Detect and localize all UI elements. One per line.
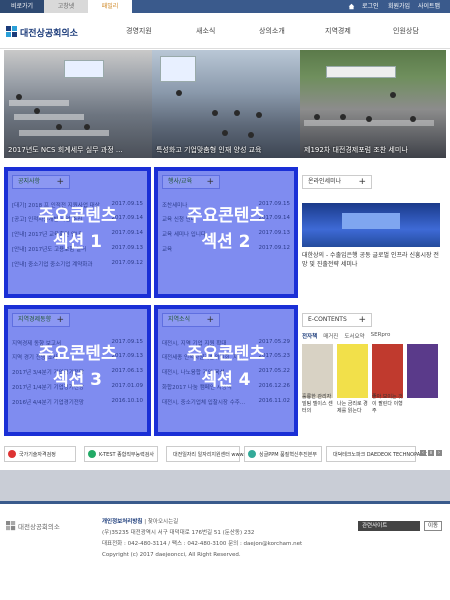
logo-mark-icon [6,521,16,531]
top-tab-1[interactable]: 비로가기 [0,0,44,13]
banner-photo-3[interactable]: 제192차 대전경제포럼 조찬 세미나 [300,50,446,158]
top-bar: 비로가기 고창넷 패밀리 로그인 회원가입 사이트맵 [0,0,450,13]
seminar-caption[interactable]: 대한상의 - 수출입은행 공동 글로벌 인프라 신흥시장 전망 및 진출전략 세… [302,251,440,269]
section-title: 온라인세미나 [308,178,342,185]
section-title: 지역경제동향 [18,316,52,323]
sitemap-link[interactable]: 사이트맵 [418,0,440,13]
list-item[interactable]: [안내] 중소기업 중소기업 계약화과 2017.09.12 [12,260,143,269]
tab-econtents[interactable]: E-CONTENTS + [302,313,372,327]
go-button[interactable]: 이동 [424,521,442,531]
partner-link-2[interactable]: K-TEST 종합직무능력검사 [84,446,158,462]
tab-regional-trends[interactable]: 지역경제동향 + [12,313,70,327]
tab-book-summary[interactable]: 도서요약 [344,332,364,340]
partner-link-5[interactable]: 대덕테크노파크 DAEDEOK TECHNOPARK [326,446,427,462]
logo-text: 대전상공회의소 [20,28,78,39]
footer-contact: 대표전화 : 042-480-3114 / 팩스 : 042-480-3100 … [102,541,303,547]
tab-serpro[interactable]: SERpro [371,332,391,340]
book-cover-2[interactable]: 나는 금리로 경제를 읽는다 [337,344,368,414]
seminar-thumbnail[interactable] [302,203,440,247]
photo-banner: 2017년도 NCS 회계세무 실무 과정 ... 특성화고 기업맞춤형 인재 … [4,50,446,158]
section-title: 지역소식 [168,316,191,323]
partner-controls: ‹ ॥ › [420,450,442,456]
footer: 대전상공회의소 개인정보처리방침 | 찾아오시는길 (우)35235 대전광역시… [0,512,450,572]
tab-magazine[interactable]: 매거진 [323,332,338,340]
banner-caption-3: 제192차 대전경제포럼 조찬 세미나 [304,146,408,154]
more-plus-icon[interactable]: + [206,314,214,326]
book-list: 훌륭한 관리자 빌팀 델이스 센터의 나는 금리로 경제를 읽는다 좋아 보이는… [302,344,440,414]
online-seminar-box: 온라인세미나 + 대한상의 - 수출입은행 공동 글로벌 인프라 신흥시장 전망 … [302,175,440,269]
section-overlay-label: 주요콘텐츠 섹션 4 [186,344,266,390]
tab-events[interactable]: 행사/교육 + [162,175,220,189]
book-cover-1[interactable]: 훌륭한 관리자 빌팀 델이스 센터의 [302,344,333,414]
section-overlay-label: 주요콘텐츠 섹션 3 [38,344,117,390]
site-logo[interactable]: 대전상공회의소 [6,25,78,39]
list-item[interactable]: 2016년 4/4분기 기업경기전망 2016.10.10 [12,398,143,407]
partner-link-3[interactable]: 대전일자리 일자리지원센터 www.job114.or.kr [166,446,275,462]
more-plus-icon[interactable]: + [206,176,214,188]
footer-info: 개인정보처리방침 | 찾아오시는길 (우)35235 대전광역시 서구 대덕대로… [102,517,302,561]
banner-photo-1[interactable]: 2017년도 NCS 회계세무 실무 과정 ... [4,50,152,158]
nav-item-3[interactable]: 상의소개 [259,26,285,36]
econtents-tabs: 전자책 매거진 도서요약 SERpro [302,332,440,340]
content-section-2: 행사/교육 + 조찬세미나 2017.09.15 교육 신청 안내 2017.09.1… [154,167,298,298]
partner-link-1[interactable]: 국가기술자격검정 [4,446,76,462]
directions-link[interactable]: | 찾아오시는길 [142,519,178,525]
top-tab-3[interactable]: 패밀리 [88,0,132,13]
tab-ebook[interactable]: 전자책 [302,332,317,340]
nav-item-1[interactable]: 경영지원 [126,26,152,36]
header: 대전상공회의소 경영지원 새소식 상의소개 지역경제 인원상담 [0,13,450,49]
pause-icon[interactable]: ॥ [428,450,434,456]
related-sites-select[interactable]: 관련사이트 [358,521,420,531]
partner-logo-icon [88,450,96,458]
content-section-1: 공지사항 + [대기] 2018 프 인적전 지원사업 대상 2017.09.15 … [4,167,151,298]
nav-item-2[interactable]: 새소식 [196,26,215,36]
signup-link[interactable]: 회원가입 [388,0,410,13]
section-overlay-label: 주요콘텐츠 섹션 1 [38,206,117,252]
prev-arrow-icon[interactable]: ‹ [420,450,426,456]
tab-local-news[interactable]: 지역소식 + [162,313,220,327]
nav-item-5[interactable]: 인원상담 [393,26,419,36]
partner-link-4[interactable]: 싱글PPM 품질혁신추진본부 [244,446,322,462]
partner-banner-strip: 국가기술자격검정 K-TEST 종합직무능력검사 대전일자리 일자리지원센터 w… [4,444,446,464]
more-plus-icon[interactable]: + [358,314,366,326]
book-cover-4[interactable] [407,344,438,398]
more-plus-icon[interactable]: + [56,314,64,326]
partner-logo-icon [8,450,16,458]
section-title: 공지사항 [18,178,41,185]
more-plus-icon[interactable]: + [358,176,366,188]
more-plus-icon[interactable]: + [56,176,64,188]
econtents-box: E-CONTENTS + 전자책 매거진 도서요약 SERpro 훌륭한 관리자 … [302,313,440,414]
footer-address: (우)35235 대전광역시 서구 대덕대로 176번길 51 (둔산동) 23… [102,530,255,536]
partner-logo-icon [248,450,256,458]
nav-item-4[interactable]: 지역경제 [325,26,351,36]
book-cover-3[interactable]: 좋아 보이는 것이 팔린다 이형주 [372,344,403,414]
logo-mark-icon [6,26,17,37]
content-section-3: 지역경제동향 + 지역경제 동향 보고서 2017.09.15 지역 경기 전망 조… [4,305,151,436]
footer-band [0,470,450,501]
privacy-policy-link[interactable]: 개인정보처리방침 [102,519,142,525]
banner-photo-2[interactable]: 특성화고 기업맞춤형 인재 양성 교육 [152,50,300,158]
home-icon[interactable] [348,3,355,10]
footer-copyright: Copyright (c) 2017 daejeoncci, All Right… [102,552,241,558]
top-tab-2[interactable]: 고창넷 [44,0,88,13]
login-link[interactable]: 로그인 [362,0,379,13]
section-overlay-label: 주요콘텐츠 섹션 2 [186,206,266,252]
tab-notices[interactable]: 공지사항 + [12,175,70,189]
content-section-4: 지역소식 + 대전시, 지역 기업 지원 확대 2017.05.29 대전세종 인적… [154,305,298,436]
tab-online-seminar[interactable]: 온라인세미나 + [302,175,372,189]
banner-caption-2: 특성화고 기업맞춤형 인재 양성 교육 [156,146,262,154]
section-title: 행사/교육 [168,178,193,185]
banner-caption-1: 2017년도 NCS 회계세무 실무 과정 ... [8,146,123,154]
footer-logo: 대전상공회의소 [6,521,60,531]
section-title: E-CONTENTS [308,316,347,323]
footer-divider [0,501,450,504]
list-item[interactable]: 대전시, 중소기업체 입찰시장 수주... 2016.11.02 [162,398,290,407]
next-arrow-icon[interactable]: › [436,450,442,456]
